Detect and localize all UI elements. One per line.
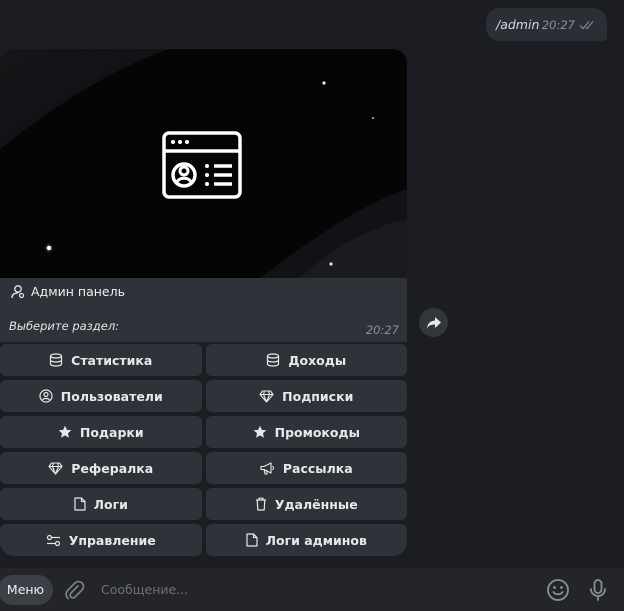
message-input[interactable]: [101, 574, 546, 605]
message-subtitle: Выберите раздел:: [9, 319, 120, 333]
message-caption: Админ панель Выберите раздел: 20:27: [0, 278, 407, 342]
message-composer: Меню: [0, 568, 624, 611]
trash-icon: [255, 497, 266, 511]
sliders-icon: [46, 534, 60, 546]
button-broadcast-label: Рассылка: [282, 460, 353, 476]
outgoing-message[interactable]: /admin 20:27: [486, 8, 607, 41]
message-title-row: Админ панель: [10, 283, 397, 299]
diamond-icon: [48, 461, 63, 475]
message-time: 20:27: [365, 323, 399, 337]
admin-profile-window-icon: [162, 131, 242, 199]
admin-user-icon: [11, 284, 25, 298]
button-subscriptions-label: Подписки: [282, 388, 354, 404]
button-deleted[interactable]: Удалённые: [205, 488, 407, 520]
button-statistics-label: Статистика: [71, 352, 153, 368]
button-admin-logs[interactable]: Логи админов: [205, 524, 407, 556]
button-management-label: Управление: [68, 532, 156, 548]
file-icon: [74, 497, 86, 511]
button-income-label: Доходы: [288, 352, 347, 368]
chat-area: /admin 20:27 Админ панель Выберите разде…: [0, 0, 624, 568]
menu-button[interactable]: Меню: [0, 574, 53, 605]
file-icon: [246, 533, 258, 547]
star-icon: [253, 425, 266, 438]
inline-keyboard: Статистика Доходы Пользователи Подписки …: [0, 344, 407, 560]
button-admin-logs-label: Логи админов: [265, 532, 367, 548]
button-subscriptions[interactable]: Подписки: [205, 380, 407, 412]
button-users[interactable]: Пользователи: [0, 380, 202, 412]
bot-message[interactable]: Админ панель Выберите раздел: 20:27: [0, 49, 407, 342]
button-referral[interactable]: Рефералка: [0, 452, 202, 484]
button-income[interactable]: Доходы: [205, 344, 407, 376]
button-referral-label: Рефералка: [71, 460, 154, 476]
emoji-icon[interactable]: [546, 578, 570, 602]
button-gifts[interactable]: Подарки: [0, 416, 202, 448]
keyboard-row: Рефералка Рассылка: [0, 452, 407, 484]
diamond-icon: [259, 389, 274, 403]
forward-arrow-icon: [426, 316, 441, 328]
outgoing-message-time: 20:27: [541, 17, 575, 32]
button-broadcast[interactable]: Рассылка: [205, 452, 407, 484]
keyboard-row: Пользователи Подписки: [0, 380, 407, 412]
microphone-icon[interactable]: [586, 578, 610, 602]
button-management[interactable]: Управление: [0, 524, 202, 556]
megaphone-icon: [260, 461, 274, 475]
keyboard-row: Статистика Доходы: [0, 344, 407, 376]
keyboard-row: Логи Удалённые: [0, 488, 407, 520]
outgoing-message-text: /admin: [496, 17, 540, 32]
outgoing-message-meta: 20:27: [542, 15, 597, 34]
keyboard-row: Управление Логи админов: [0, 524, 407, 556]
forward-button[interactable]: [419, 308, 448, 337]
button-promocodes-label: Промокоды: [274, 424, 360, 440]
button-deleted-label: Удалённые: [274, 496, 358, 512]
button-promocodes[interactable]: Промокоды: [205, 416, 407, 448]
button-users-label: Пользователи: [60, 388, 163, 404]
database-icon: [267, 353, 280, 367]
keyboard-row: Подарки Промокоды: [0, 416, 407, 448]
database-icon: [50, 353, 63, 367]
button-logs[interactable]: Логи: [0, 488, 202, 520]
paperclip-icon[interactable]: [63, 579, 85, 601]
message-title: Админ панель: [31, 283, 125, 299]
user-circle-icon: [39, 389, 53, 403]
button-statistics[interactable]: Статистика: [0, 344, 202, 376]
message-image[interactable]: [0, 49, 407, 278]
star-icon: [58, 425, 72, 438]
button-logs-label: Логи: [93, 496, 128, 512]
button-gifts-label: Подарки: [79, 424, 144, 440]
double-check-icon: [579, 15, 597, 34]
